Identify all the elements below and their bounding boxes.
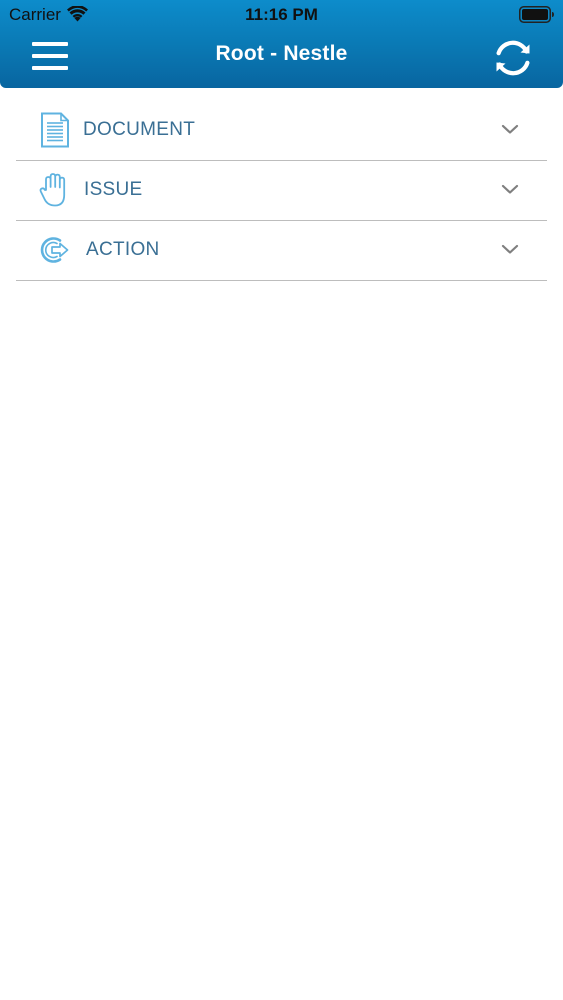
hand-icon (39, 173, 66, 207)
chevron-down-icon[interactable] (501, 243, 519, 255)
chevron-down-icon[interactable] (501, 183, 519, 195)
document-icon (41, 112, 69, 148)
header: Carrier 11:16 PM Root - Nestle (0, 0, 563, 88)
page-title: Root - Nestle (215, 42, 348, 65)
section-row-issue[interactable]: ISSUE (16, 161, 547, 221)
section-row-document[interactable]: DOCUMENT (16, 101, 547, 161)
section-label-issue: ISSUE (84, 179, 143, 200)
status-bar: Carrier 11:16 PM (0, 0, 563, 30)
section-list: DOCUMENT ISSUE ACTION (16, 101, 547, 281)
action-icon (40, 237, 69, 263)
section-label-document: DOCUMENT (83, 119, 196, 140)
battery-icon (519, 6, 554, 23)
section-row-action[interactable]: ACTION (16, 221, 547, 281)
app-screen: Carrier 11:16 PM Root - Nestle DOCUMENT … (0, 0, 563, 1000)
refresh-icon[interactable] (491, 36, 535, 80)
nav-bar: Root - Nestle (0, 30, 563, 86)
section-label-action: ACTION (86, 239, 160, 260)
status-time: 11:16 PM (245, 5, 318, 24)
chevron-down-icon[interactable] (501, 123, 519, 135)
